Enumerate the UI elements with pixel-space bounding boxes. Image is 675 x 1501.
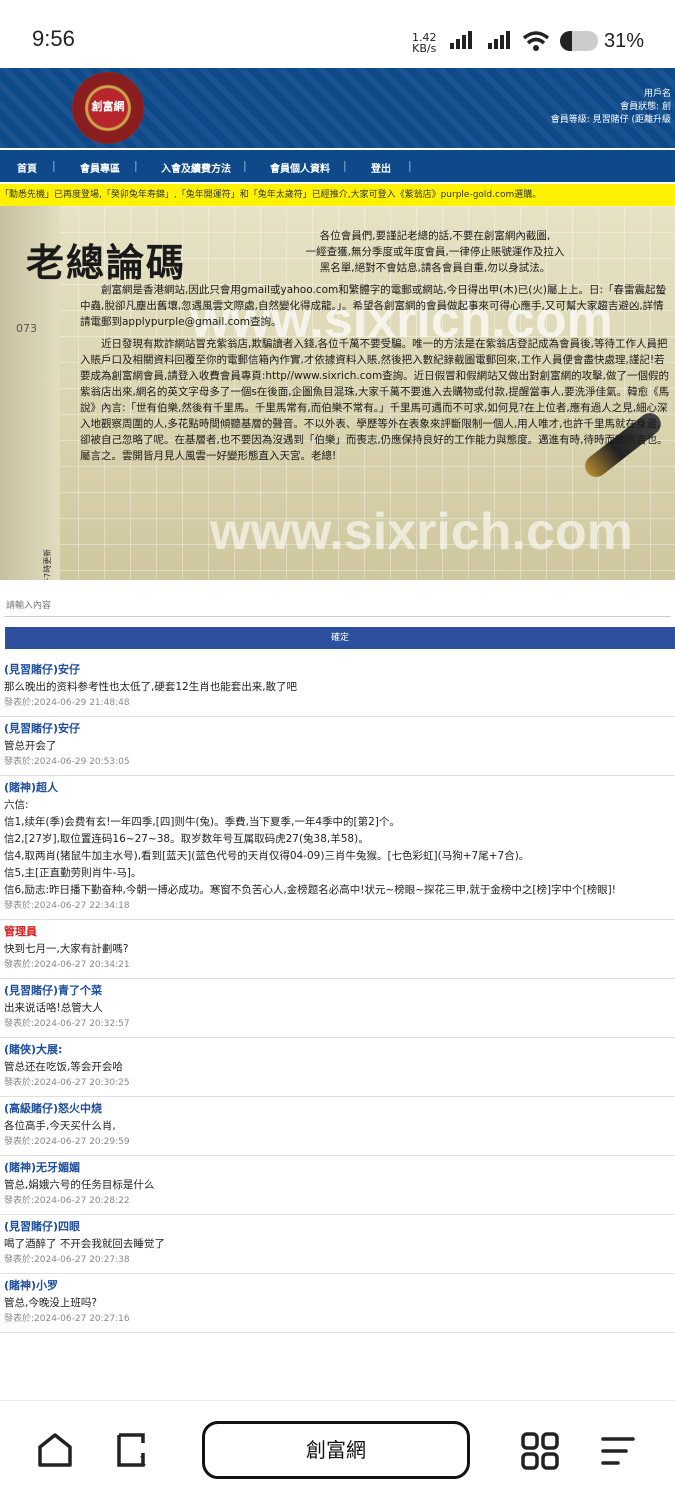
- post-content: 管总开会了: [4, 740, 57, 752]
- search-input[interactable]: [4, 593, 671, 617]
- post-item: (見習賭仔)安仔那么晚出的资料参考性也太低了,硬套12生肖也能套出来,散了吧 發表…: [0, 658, 675, 717]
- watermark-text: www.sixrich.com: [210, 503, 633, 561]
- network-speed: 1.42 KB/s: [412, 32, 437, 54]
- home-icon[interactable]: [36, 1431, 74, 1469]
- post-content: 那么晚出的资料参考性也太低了,硬套12生肖也能套出来,散了吧: [4, 681, 298, 693]
- site-header: 創富網 用戶名 會員狀態: 創 會員等級: 見習賭仔 (距離升級: [0, 68, 675, 148]
- banner-para: 一經查獲,無分季度或年度會員,一律停止賬號運作及拉入: [305, 246, 565, 258]
- signal-icon: [488, 30, 512, 49]
- status-bar: 9:56 1.42 KB/s 31%: [0, 0, 675, 68]
- banner-para: 近日發現有欺詐網站冒充紫翁店,欺騙讀者入錢,各位千萬不要受騙。唯一的方法是在紫翁…: [80, 338, 670, 462]
- wifi-icon: [522, 31, 550, 51]
- post-timestamp: 發表於:2024-06-27 20:30:25: [4, 1078, 130, 1088]
- post-content: 管总,娟娥六号的任务目标是什么: [4, 1179, 155, 1191]
- nav-profile[interactable]: 會員個人資料: [270, 160, 330, 175]
- post-timestamp: 發表於:2024-06-27 20:29:59: [4, 1137, 130, 1147]
- post-item: (見習賭仔)安仔管总开会了發表於:2024-06-29 20:53:05: [0, 717, 675, 776]
- post-item: (賭神)无牙媚媚管总,娟娥六号的任务目标是什么 發表於:2024-06-27 20…: [0, 1156, 675, 1215]
- post-timestamp: 發表於:2024-06-27 20:28:22: [4, 1196, 130, 1206]
- announcement-ticker[interactable]: 「勳悉先機」已再度登場,「癸卯兔年寿錦」,「兔年開運符」和「兔年太歲符」已經推介…: [0, 184, 675, 206]
- post-item: (見習賭仔)四眼喝了酒醉了 不开会我就回去睡觉了 發表於:2024-06-27 2…: [0, 1215, 675, 1274]
- post-timestamp: 發表於:2024-06-27 20:27:16: [4, 1314, 130, 1324]
- submit-button[interactable]: 確定: [5, 627, 675, 649]
- address-bar[interactable]: 創富網: [202, 1421, 470, 1479]
- apps-grid-icon[interactable]: [520, 1431, 560, 1471]
- post-timestamp: 發表於:2024-06-29 20:53:05: [4, 757, 130, 767]
- editorial-banner: 073 2024年6月29日 下午7時更新 www.sixrich.com ww…: [0, 206, 675, 580]
- nav-home[interactable]: 首頁: [17, 160, 37, 175]
- post-list: (見習賭仔)安仔 那么晚出的资料参考性也太低了,硬套12生肖也能套出来,散了吧 發表…: [0, 658, 675, 1333]
- post-item: (賭神)小罗管总,今晚没上班吗? 發表於:2024-06-27 20:27:16: [0, 1274, 675, 1333]
- post-author[interactable]: (高級賭仔)怒火中烧: [4, 1100, 671, 1118]
- post-content: 管总,今晚没上班吗?: [4, 1297, 97, 1309]
- post-item: (賭俠)大展: 管总还在吃饭,等会开会哈 發表於:2024-06-27 20:30:…: [0, 1038, 675, 1097]
- logo-text: 創富網: [91, 100, 125, 113]
- post-content: 出来说话咯!总管大人: [4, 1002, 103, 1014]
- post-item: (賭神)超人六信: 信1,续年(季)会费有玄!一年四季,[四]则牛(兔)。季費,…: [0, 776, 675, 920]
- clock: 9:56: [32, 26, 75, 51]
- member-status: 會員狀態: 創: [620, 102, 671, 112]
- post-content: 各位高手,今天买什么肖,: [4, 1120, 116, 1132]
- post-author[interactable]: (見習賭仔)安仔: [4, 720, 671, 738]
- banner-number: 073: [16, 322, 37, 335]
- post-author[interactable]: (見習賭仔)四眼: [4, 1218, 671, 1236]
- browser-bottom-bar: 1 創富網: [0, 1400, 675, 1501]
- post-author[interactable]: (賭神)超人: [4, 779, 671, 797]
- post-content: 快到七月一,大家有計劃嗎?: [4, 943, 129, 955]
- battery-percent: 31%: [604, 30, 645, 52]
- post-author[interactable]: (賭俠)大展:: [4, 1041, 671, 1059]
- post-content: 管总还在吃饭,等会开会哈: [4, 1061, 123, 1073]
- user-info: 用戶名 會員狀態: 創 會員等級: 見習賭仔 (距離升級: [551, 88, 671, 127]
- signal-icon: [450, 30, 474, 49]
- post-author[interactable]: (見習賭仔)安仔: [4, 661, 671, 679]
- menu-icon[interactable]: [600, 1433, 636, 1469]
- post-timestamp: 發表於:2024-06-27 20:27:38: [4, 1255, 130, 1265]
- post-timestamp: 發表於:2024-06-27 20:34:21: [4, 960, 130, 970]
- banner-para: 各位會員們,要謹記老總的話,不要在創富網內截圖,: [319, 230, 551, 242]
- banner-para: 創富網是香港網站,因此只會用gmail或yahoo.com和繁體字的電郵或網站,…: [80, 284, 666, 328]
- nav-members-area[interactable]: 會員專區: [80, 160, 120, 175]
- post-item: (見習賭仔)青了个菜出来说话咯!总管大人發表於:2024-06-27 20:32…: [0, 979, 675, 1038]
- post-timestamp: 發表於:2024-06-27 22:34:18: [4, 901, 130, 911]
- nav-logout[interactable]: 登出: [371, 160, 391, 175]
- banner-date: 2024年6月29日 下午7時更新: [42, 549, 53, 580]
- network-speed-unit: KB/s: [412, 42, 437, 55]
- svg-text:1: 1: [139, 1454, 147, 1468]
- post-content: 六信: 信1,续年(季)会费有玄!一年四季,[四]则牛(兔)。季費,当下夏季,一…: [4, 799, 616, 896]
- member-level: 會員等級: 見習賭仔 (距離升級: [550, 115, 671, 125]
- banner-body: 各位會員們,要謹記老總的話,不要在創富網內截圖, 一經查獲,無分季度或年度會員,…: [80, 228, 670, 464]
- post-timestamp: 發表於:2024-06-29 21:48:48: [4, 698, 130, 708]
- battery-icon: [560, 31, 598, 51]
- banner-para: 黑名單,絕對不會姑息,請各會員自重,勿以身試法。: [319, 262, 551, 274]
- post-item: (高級賭仔)怒火中烧各位高手,今天买什么肖, 發表於:2024-06-27 20:…: [0, 1097, 675, 1156]
- post-author[interactable]: 管理員: [4, 923, 671, 941]
- nav-join-renew[interactable]: 入會及續費方法: [161, 160, 231, 175]
- site-logo[interactable]: 創富網: [72, 72, 144, 144]
- post-item: 管理員快到七月一,大家有計劃嗎? 發表於:2024-06-27 20:34:21: [0, 920, 675, 979]
- post-author[interactable]: (賭神)无牙媚媚: [4, 1159, 671, 1177]
- post-content: 喝了酒醉了 不开会我就回去睡觉了: [4, 1238, 165, 1250]
- post-author[interactable]: (賭神)小罗: [4, 1277, 671, 1295]
- tabs-icon[interactable]: 1: [115, 1431, 153, 1469]
- post-timestamp: 發表於:2024-06-27 20:32:57: [4, 1019, 130, 1029]
- main-nav: 首頁 | 會員專區 | 入會及續費方法 | 會員個人資料 | 登出 |: [0, 150, 675, 182]
- username-label: 用戶名: [643, 89, 671, 99]
- post-author[interactable]: (見習賭仔)青了个菜: [4, 982, 671, 1000]
